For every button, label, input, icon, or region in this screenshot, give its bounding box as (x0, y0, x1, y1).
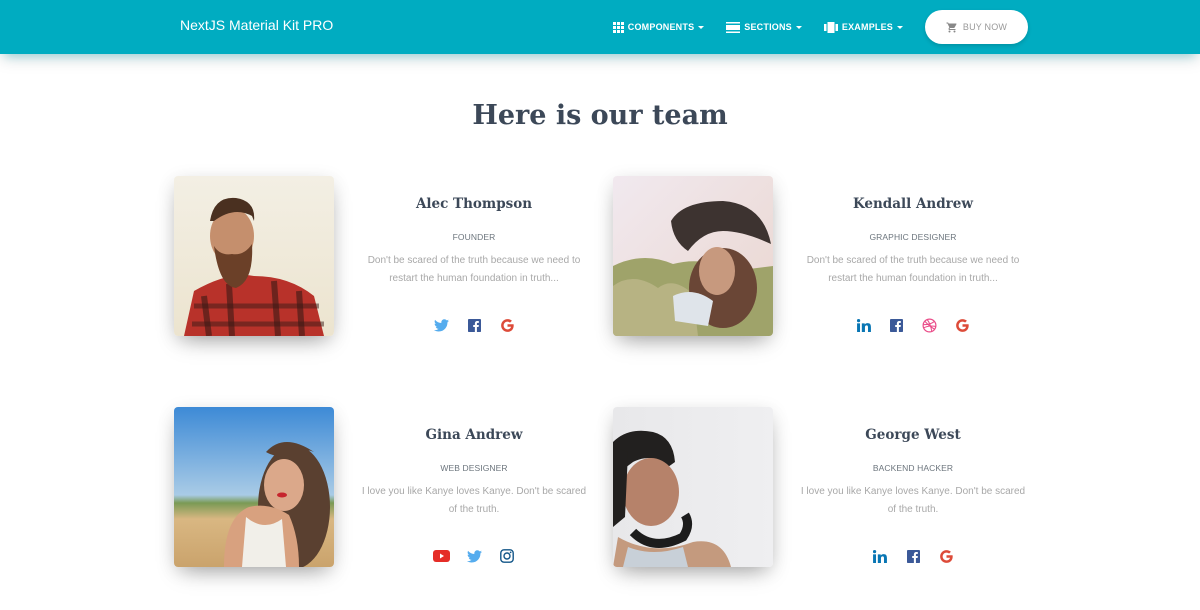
facebook-icon (890, 318, 903, 332)
team-description: Don't be scared of the truth because we … (367, 255, 581, 284)
youtube-button[interactable] (425, 546, 458, 566)
team-name: George West (865, 427, 961, 443)
brand-link[interactable]: NextJS Material Kit PRO (180, 17, 333, 33)
buy-now-label: BUY NOW (962, 22, 1008, 32)
twitter-button[interactable] (458, 546, 491, 566)
twitter-button[interactable] (425, 315, 458, 335)
apps-grid-icon (612, 21, 624, 33)
buy-now-button[interactable]: BUY NOW (925, 10, 1028, 44)
team-role: FOUNDER (452, 232, 496, 242)
google-icon (500, 318, 514, 332)
nav-components-label: COMPONENTS (627, 22, 695, 32)
twitter-icon (466, 549, 482, 562)
team-photo[interactable] (613, 176, 773, 336)
team-card: George West BACKEND HACKER I love you li… (613, 407, 1033, 577)
team-card: Kendall Andrew GRAPHIC DESIGNER Don't be… (613, 176, 1033, 346)
facebook-button[interactable] (880, 315, 913, 335)
team-card: Alec Thompson FOUNDER Don't be scared of… (174, 176, 594, 346)
section-title: Here is our team (472, 100, 728, 131)
google-icon (956, 318, 969, 332)
social-links (354, 315, 594, 335)
linkedin-icon (856, 318, 871, 332)
instagram-icon (500, 549, 514, 563)
social-links (793, 546, 1033, 566)
team-role: GRAPHIC DESIGNER (869, 232, 957, 242)
caret-down-icon (897, 25, 903, 29)
nav-sections-label: SECTIONS (744, 22, 792, 32)
nav-examples[interactable]: EXAMPLES (823, 21, 903, 33)
social-links (793, 315, 1033, 335)
team-info: Alec Thompson FOUNDER Don't be scared of… (354, 176, 594, 335)
shopping-cart-icon (946, 22, 958, 33)
team-photo[interactable] (174, 176, 334, 336)
google-button[interactable] (491, 315, 524, 335)
team-description: Don't be scared of the truth because we … (806, 255, 1020, 284)
caret-down-icon (698, 25, 705, 29)
facebook-button[interactable] (458, 315, 491, 335)
dribbble-button[interactable] (913, 315, 946, 335)
team-info: Gina Andrew WEB DESIGNER I love you like… (354, 407, 594, 566)
team-photo[interactable] (613, 407, 773, 567)
dribbble-icon (922, 318, 937, 332)
team-info: George West BACKEND HACKER I love you li… (793, 407, 1033, 566)
team-role: BACKEND HACKER (872, 463, 954, 473)
team-role: WEB DESIGNER (440, 463, 508, 473)
google-button[interactable] (930, 546, 963, 566)
linkedin-button[interactable] (847, 315, 880, 335)
instagram-button[interactable] (491, 546, 524, 566)
facebook-icon (467, 318, 481, 332)
google-icon (939, 549, 953, 563)
navbar: NextJS Material Kit PRO COMPONENTS SECTI… (0, 0, 1200, 54)
team-description: I love you like Kanye loves Kanye. Don't… (800, 486, 1026, 515)
caret-down-icon (795, 25, 802, 29)
view-day-icon (726, 21, 741, 33)
linkedin-icon (873, 549, 887, 563)
nav-links: COMPONENTS SECTIONS EXAMPLES BUY NOW (612, 10, 1028, 44)
team-name: Alec Thompson (415, 196, 533, 212)
carousel-icon (823, 21, 838, 33)
facebook-button[interactable] (897, 546, 930, 566)
nav-components[interactable]: COMPONENTS (612, 21, 705, 33)
nav-sections[interactable]: SECTIONS (726, 21, 802, 33)
nav-examples-label: EXAMPLES (841, 22, 893, 32)
team-photo[interactable] (174, 407, 334, 567)
team-name: Kendall Andrew (852, 196, 974, 212)
google-button[interactable] (946, 315, 979, 335)
twitter-icon (433, 318, 449, 331)
team-description: I love you like Kanye loves Kanye. Don't… (361, 486, 587, 515)
team-name: Gina Andrew (425, 427, 523, 443)
team-card: Gina Andrew WEB DESIGNER I love you like… (174, 407, 594, 577)
linkedin-button[interactable] (864, 546, 897, 566)
youtube-icon (432, 550, 450, 562)
facebook-icon (906, 549, 920, 563)
social-links (354, 546, 594, 566)
team-info: Kendall Andrew GRAPHIC DESIGNER Don't be… (793, 176, 1033, 335)
